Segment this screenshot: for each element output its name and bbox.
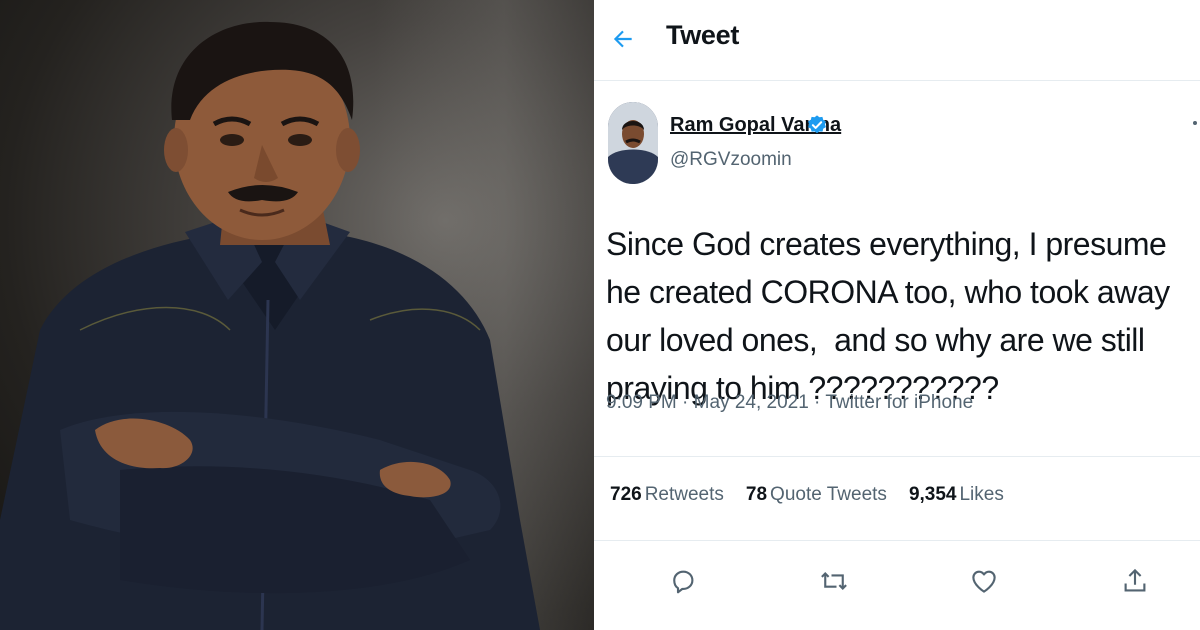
verified-badge-icon <box>808 115 826 134</box>
retweets-count: 726 <box>610 484 642 505</box>
quotes-label: Quote Tweets <box>770 484 887 505</box>
reply-icon[interactable] <box>668 566 698 596</box>
retweet-icon[interactable] <box>819 566 849 596</box>
divider <box>594 456 1200 457</box>
tweet-text: Since God creates everything, I presume … <box>606 226 1179 406</box>
tweet-timestamp[interactable]: 9:09 PM · May 24, 2021 · Twitter for iPh… <box>606 392 973 414</box>
likes-count: 9,354 <box>908 484 957 505</box>
likes-stat[interactable]: 9,354 Likes <box>909 484 1004 506</box>
retweets-label: Retweets <box>644 484 724 505</box>
tweet-actions <box>594 560 1200 610</box>
more-options-icon[interactable] <box>1192 120 1198 126</box>
arrow-left-icon[interactable] <box>610 26 636 52</box>
likes-label: Likes <box>959 484 1004 505</box>
avatar-image <box>608 102 658 184</box>
avatar[interactable] <box>608 102 658 184</box>
author-handle[interactable]: @RGVzoomin <box>670 149 792 171</box>
retweets-stat[interactable]: 726 Retweets <box>610 484 724 506</box>
tweet-panel: Tweet Ram Gopal Varma @RGVzoomin Since G… <box>594 0 1200 630</box>
quote-tweets-stat[interactable]: 78 Quote Tweets <box>746 484 887 506</box>
man-portrait-image <box>0 21 540 630</box>
page-title: Tweet <box>666 20 740 50</box>
share-icon[interactable] <box>1120 566 1150 596</box>
tweet-header: Tweet <box>594 0 1200 81</box>
tweet-stats: 726 Retweets 78 Quote Tweets 9,354 Likes <box>610 484 1004 506</box>
quotes-count: 78 <box>745 484 768 505</box>
like-icon[interactable] <box>969 566 999 596</box>
photo-panel <box>0 0 594 630</box>
divider <box>594 540 1200 541</box>
